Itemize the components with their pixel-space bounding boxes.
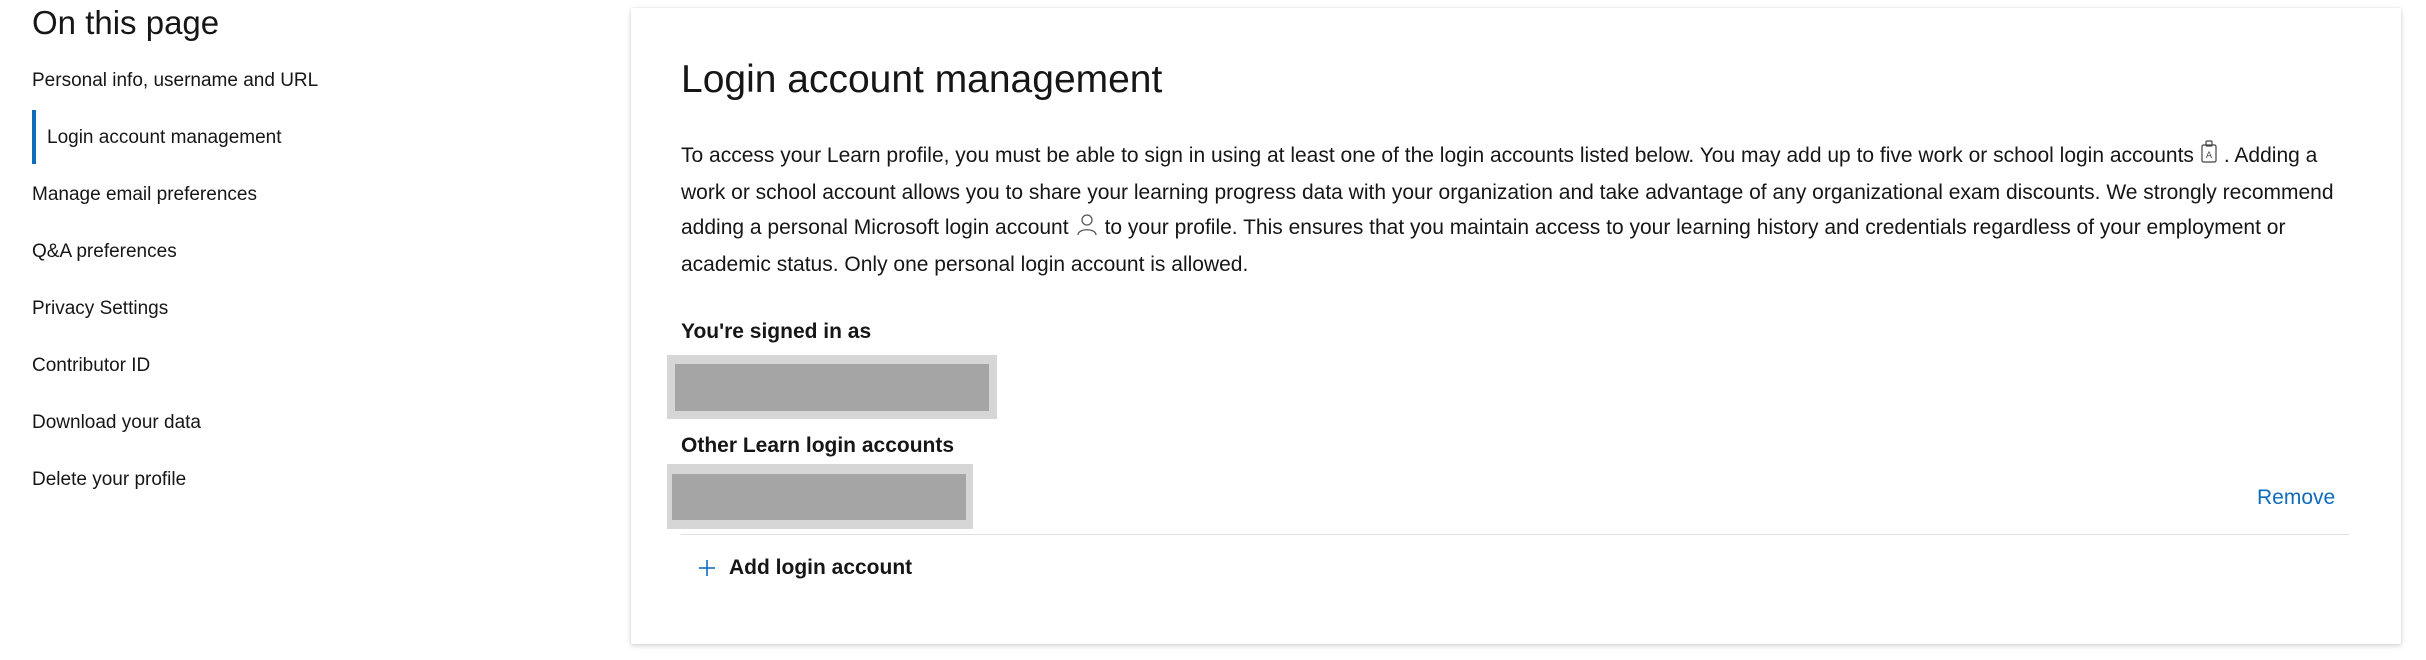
toc-list: Personal info, username and URL Login ac… [32,67,592,523]
signed-in-label: You're signed in as [681,320,872,343]
redaction-block [675,364,989,411]
toc-item-qa-preferences[interactable]: Q&A preferences [32,238,592,295]
plus-icon [697,558,717,578]
toc-title: On this page [32,4,220,41]
add-login-account-label: Add login account [729,556,913,579]
toc-item-delete-profile[interactable]: Delete your profile [32,466,592,523]
section-description: To access your Learn profile, you must b… [681,138,2341,282]
toc-item-contributor-id[interactable]: Contributor ID [32,352,592,409]
toc-item-privacy-settings[interactable]: Privacy Settings [32,295,592,352]
person-icon [1075,212,1099,247]
description-part-1: To access your Learn profile, you must b… [681,144,2194,167]
toc-item-email-preferences[interactable]: Manage email preferences [32,181,592,238]
toc-item-download-data[interactable]: Download your data [32,409,592,466]
other-account-redacted [667,464,973,529]
divider [681,534,2349,535]
svg-text:A: A [2206,151,2213,161]
on-this-page-nav: On this page Personal info, username and… [32,0,592,523]
remove-account-button[interactable]: Remove [2257,486,2335,510]
toc-item-login-account-management[interactable]: Login account management [32,110,592,181]
section-title: Login account management [681,58,1163,101]
login-account-management-card: Login account management To access your … [631,8,2401,644]
signed-in-account-redacted [667,355,997,419]
add-login-account-button[interactable]: Add login account [697,556,912,580]
badge-icon: A [2200,140,2218,175]
other-accounts-label: Other Learn login accounts [681,434,955,457]
profile-settings-page: On this page Personal info, username and… [0,0,2426,660]
toc-item-personal-info[interactable]: Personal info, username and URL [32,67,592,124]
redaction-block [672,474,966,520]
